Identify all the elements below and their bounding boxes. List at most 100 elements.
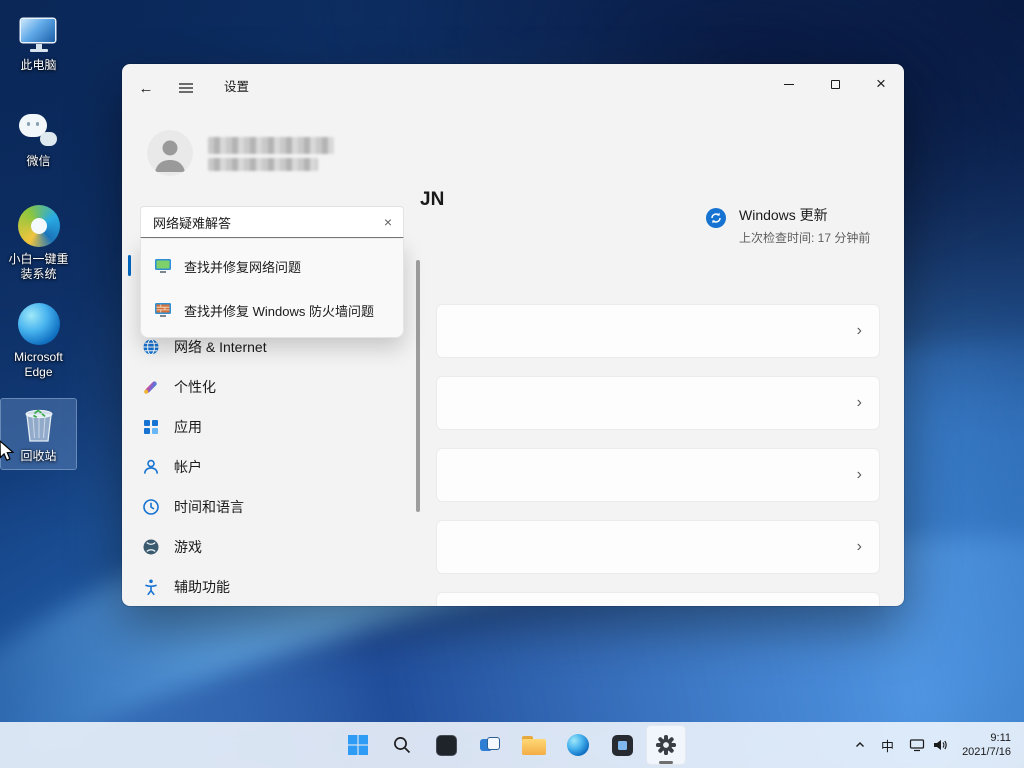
user-name-redacted [208, 137, 334, 154]
device-name-fragment: JN [420, 189, 444, 211]
user-avatar[interactable] [147, 130, 193, 176]
navigation-menu-button[interactable] [170, 72, 202, 104]
windows-update-status[interactable]: Windows 更新 上次检查时间: 17 分钟前 [706, 205, 870, 246]
network-volume-button[interactable] [902, 728, 955, 762]
tray-overflow-button[interactable] [847, 728, 873, 762]
search-button[interactable] [382, 725, 422, 765]
nav-selected-indicator [128, 255, 131, 276]
store-icon [612, 735, 633, 756]
search-icon [392, 735, 412, 755]
sidebar-item-label: 网络 & Internet [174, 337, 267, 357]
xiaobai-reinstall-icon [18, 205, 60, 247]
dark-app-window-icon [436, 735, 457, 756]
clock-time: 9:11 [962, 731, 1011, 745]
volume-icon [932, 737, 948, 753]
sidebar-item-label: 帐户 [174, 457, 202, 477]
sidebar-item-time-language[interactable]: 时间和语言 [128, 489, 414, 525]
sidebar-item-accounts[interactable]: 帐户 [128, 449, 414, 485]
desktop-icon-wechat[interactable]: 微信 [1, 108, 76, 174]
settings-row[interactable]: › [436, 376, 880, 430]
sidebar-item-accessibility[interactable]: 辅助功能 [128, 569, 414, 605]
start-button[interactable] [338, 725, 378, 765]
search-result-network-problems[interactable]: 查找并修复网络问题 [141, 244, 403, 288]
sidebar-item-personalization[interactable]: 个性化 [128, 369, 414, 405]
taskbar: 中 9:11 2021/7/16 [0, 722, 1024, 768]
desktop-icon-label: 小白一键重装系统 [3, 252, 74, 282]
search-results-dropdown: 查找并修复网络问题 查找并修复 Windows 防火墙问题 [140, 239, 404, 338]
settings-row[interactable]: › [436, 520, 880, 574]
hamburger-icon [178, 80, 194, 96]
file-explorer-button[interactable] [514, 725, 554, 765]
settings-row[interactable]: › [436, 448, 880, 502]
chevron-right-icon: › [857, 466, 862, 484]
settings-window: ← 设置 × × 查找并修复网络问题 [122, 64, 904, 606]
sidebar-item-label: 游戏 [174, 537, 202, 557]
personalization-brush-icon [142, 378, 160, 396]
folder-icon [522, 736, 546, 755]
window-title: 设置 [224, 64, 249, 110]
desktop-icon-label: 回收站 [20, 449, 56, 464]
settings-button[interactable] [646, 725, 686, 765]
clear-search-button[interactable]: × [373, 214, 403, 230]
sidebar-item-label: 辅助功能 [174, 577, 230, 597]
minimize-button[interactable] [766, 64, 812, 104]
troubleshoot-firewall-icon [154, 301, 172, 319]
apps-grid-icon [142, 418, 160, 436]
desktop-icon-edge[interactable]: Microsoft Edge [1, 298, 76, 385]
chevron-up-icon [854, 739, 866, 751]
edge-button[interactable] [558, 725, 598, 765]
recycle-bin-icon [21, 404, 57, 444]
task-view-icon [479, 734, 501, 756]
windows-update-title: Windows 更新 [739, 205, 870, 225]
person-icon [147, 130, 193, 176]
account-person-icon [142, 458, 160, 476]
wechat-icon [18, 113, 60, 149]
sync-icon [706, 208, 726, 228]
desktop-icon-xiaobai-reinstall[interactable]: 小白一键重装系统 [1, 200, 76, 287]
sidebar-item-gaming[interactable]: 游戏 [128, 529, 414, 565]
sidebar-item-label: 个性化 [174, 377, 216, 397]
maximize-icon [831, 80, 840, 89]
clock-date: 2021/7/16 [962, 745, 1011, 759]
search-result-label: 查找并修复 Windows 防火墙问题 [184, 301, 374, 320]
globe-icon [142, 338, 160, 356]
task-view-button[interactable] [470, 725, 510, 765]
xbox-sphere-icon [142, 538, 160, 556]
this-pc-icon [19, 17, 59, 53]
pinned-app-button[interactable] [426, 725, 466, 765]
accessibility-person-icon [142, 578, 160, 596]
chevron-right-icon: › [857, 394, 862, 412]
ime-indicator[interactable]: 中 [874, 728, 901, 762]
ime-label: 中 [881, 736, 894, 755]
settings-row[interactable]: › [436, 304, 880, 358]
sidebar-scrollbar[interactable] [416, 260, 420, 512]
desktop-icon-label: 此电脑 [20, 58, 56, 73]
sidebar-item-label: 时间和语言 [174, 497, 244, 517]
network-icon [909, 737, 925, 753]
settings-search-box: × [140, 206, 404, 238]
taskbar-clock[interactable]: 9:11 2021/7/16 [956, 731, 1020, 759]
troubleshoot-network-icon [154, 257, 172, 275]
minimize-icon [784, 84, 794, 85]
store-button[interactable] [602, 725, 642, 765]
back-button[interactable]: ← [130, 72, 162, 104]
search-input[interactable] [141, 215, 373, 230]
windows-logo-icon [347, 734, 369, 756]
clear-icon: × [384, 214, 392, 230]
search-result-label: 查找并修复网络问题 [184, 257, 301, 276]
windows-update-last-checked: 上次检查时间: 17 分钟前 [739, 229, 870, 246]
active-app-indicator [659, 761, 673, 764]
desktop-icon-label: Microsoft Edge [3, 350, 74, 380]
settings-row[interactable]: › [436, 592, 880, 606]
search-result-firewall-problems[interactable]: 查找并修复 Windows 防火墙问题 [141, 288, 403, 332]
close-button[interactable]: × [858, 64, 904, 104]
taskbar-center-icons [338, 725, 686, 765]
maximize-button[interactable] [812, 64, 858, 104]
system-tray: 中 9:11 2021/7/16 [847, 722, 1020, 768]
sidebar-item-apps[interactable]: 应用 [128, 409, 414, 445]
close-icon: × [876, 74, 886, 94]
chevron-right-icon: › [857, 322, 862, 340]
desktop-icon-label: 微信 [26, 154, 50, 169]
desktop-icon-this-pc[interactable]: 此电脑 [1, 12, 76, 78]
mouse-cursor [0, 440, 16, 465]
